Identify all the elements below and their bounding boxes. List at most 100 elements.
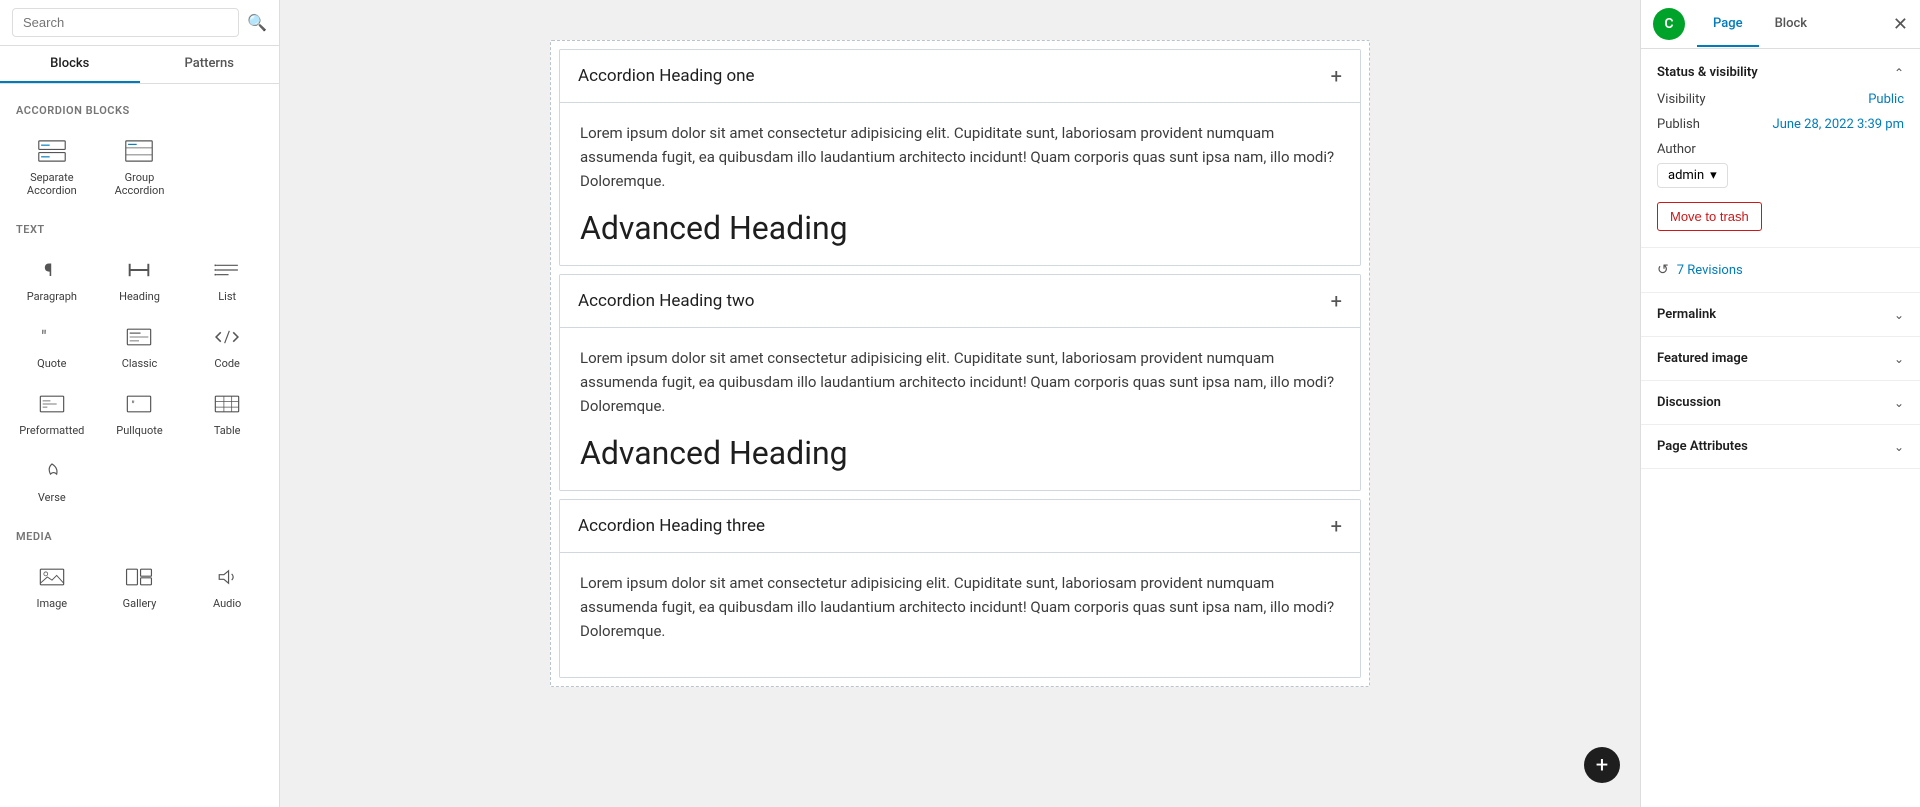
block-item-heading[interactable]: Heading — [96, 246, 184, 313]
block-label-separate-accordion: Separate Accordion — [12, 171, 92, 197]
paragraph-icon: ¶ — [34, 256, 70, 284]
revisions-count: 7 Revisions — [1677, 263, 1743, 278]
block-label-classic: Classic — [122, 357, 158, 370]
avatar: C — [1653, 8, 1685, 40]
accordion-header-1[interactable]: Accordion Heading one + — [560, 50, 1360, 103]
code-icon — [209, 323, 245, 351]
visibility-value[interactable]: Public — [1868, 92, 1904, 107]
block-label-pullquote: Pullquote — [116, 424, 162, 437]
status-visibility-title: Status & visibility — [1657, 65, 1758, 80]
accordion-body-text-2: Lorem ipsum dolor sit amet consectetur a… — [580, 346, 1340, 418]
block-label-quote: Quote — [37, 357, 66, 370]
preformatted-icon — [34, 390, 70, 418]
block-item-code[interactable]: Code — [183, 313, 271, 380]
revisions-icon: ↺ — [1657, 262, 1669, 278]
text-blocks-grid: ¶ Paragraph Heading — [0, 242, 279, 518]
search-input[interactable] — [12, 8, 239, 37]
permalink-label: Permalink — [1657, 307, 1716, 322]
discussion-label: Discussion — [1657, 395, 1721, 410]
tab-block[interactable]: Block — [1759, 2, 1823, 47]
page-attributes-panel[interactable]: Page Attributes ⌄ — [1641, 425, 1920, 469]
svg-text:¶: ¶ — [44, 261, 52, 281]
accordion-heading-3-text: Accordion Heading three — [578, 516, 765, 536]
audio-icon — [209, 563, 245, 591]
tab-patterns[interactable]: Patterns — [140, 46, 280, 83]
block-item-gallery[interactable]: Gallery — [96, 553, 184, 620]
author-value: admin — [1668, 168, 1704, 183]
featured-image-panel[interactable]: Featured image ⌄ — [1641, 337, 1920, 381]
block-item-preformatted[interactable]: Preformatted — [8, 380, 96, 447]
add-block-button[interactable]: + — [1584, 747, 1620, 783]
accordion-block-1: Accordion Heading one + Lorem ipsum dolo… — [559, 49, 1361, 266]
quote-icon: " — [34, 323, 70, 351]
search-bar: 🔍 — [0, 0, 279, 46]
accordion-outer-block: Accordion Heading one + Lorem ipsum dolo… — [550, 40, 1370, 687]
table-icon — [209, 390, 245, 418]
status-visibility-header[interactable]: Status & visibility ⌃ — [1657, 65, 1904, 80]
group-accordion-icon — [121, 137, 157, 165]
sidebar-content: ACCORDION BLOCKS Separate Accordion — [0, 84, 279, 807]
list-icon — [209, 256, 245, 284]
discussion-panel[interactable]: Discussion ⌄ — [1641, 381, 1920, 425]
media-section-label: MEDIA — [0, 518, 279, 549]
block-label-image: Image — [37, 597, 68, 610]
block-label-audio: Audio — [213, 597, 241, 610]
right-sidebar: C Page Block ✕ Status & visibility ⌃ Vis… — [1640, 0, 1920, 807]
right-sidebar-body: Status & visibility ⌃ Visibility Public … — [1641, 49, 1920, 469]
move-to-trash-button[interactable]: Move to trash — [1657, 202, 1762, 231]
block-item-separate-accordion[interactable]: Separate Accordion — [8, 127, 96, 207]
block-item-quote[interactable]: " Quote — [8, 313, 96, 380]
block-label-preformatted: Preformatted — [19, 424, 84, 437]
featured-image-label: Featured image — [1657, 351, 1748, 366]
accordion-body-2: Lorem ipsum dolor sit amet consectetur a… — [560, 328, 1360, 490]
left-sidebar: 🔍 Blocks Patterns ACCORDION BLOCKS Separ… — [0, 0, 280, 807]
block-item-list[interactable]: List — [183, 246, 271, 313]
accordion-toggle-icon-2[interactable]: + — [1331, 289, 1342, 313]
publish-date[interactable]: June 28, 2022 3:39 pm — [1773, 117, 1904, 132]
accordion-header-3[interactable]: Accordion Heading three + — [560, 500, 1360, 553]
image-icon — [34, 563, 70, 591]
accordion-block-3: Accordion Heading three + Lorem ipsum do… — [559, 499, 1361, 678]
main-editor: Accordion Heading one + Lorem ipsum dolo… — [280, 0, 1640, 807]
block-item-image[interactable]: Image — [8, 553, 96, 620]
permalink-chevron: ⌄ — [1894, 308, 1904, 322]
right-tabs: Page Block — [1697, 2, 1881, 47]
author-select[interactable]: admin ▾ — [1657, 163, 1728, 188]
visibility-label: Visibility — [1657, 92, 1706, 107]
accordion-subheading-1: Advanced Heading — [580, 209, 1340, 247]
publish-label: Publish — [1657, 117, 1700, 132]
block-label-group-accordion: Group Accordion — [100, 171, 180, 197]
block-label-code: Code — [214, 357, 239, 370]
discussion-chevron: ⌄ — [1894, 396, 1904, 410]
permalink-panel[interactable]: Permalink ⌄ — [1641, 293, 1920, 337]
accordion-header-2[interactable]: Accordion Heading two + — [560, 275, 1360, 328]
block-item-table[interactable]: Table — [183, 380, 271, 447]
revisions-row[interactable]: ↺ 7 Revisions — [1641, 248, 1920, 293]
accordion-body-text-3: Lorem ipsum dolor sit amet consectetur a… — [580, 571, 1340, 643]
heading-icon — [121, 256, 157, 284]
visibility-row: Visibility Public — [1657, 92, 1904, 107]
close-button[interactable]: ✕ — [1881, 2, 1920, 47]
block-item-verse[interactable]: Verse — [8, 447, 96, 514]
block-label-table: Table — [214, 424, 241, 437]
editor-area: Accordion Heading one + Lorem ipsum dolo… — [550, 40, 1370, 687]
tab-page[interactable]: Page — [1697, 2, 1759, 47]
block-item-audio[interactable]: Audio — [183, 553, 271, 620]
block-item-paragraph[interactable]: ¶ Paragraph — [8, 246, 96, 313]
author-label: Author — [1657, 142, 1904, 157]
sidebar-tabs: Blocks Patterns — [0, 46, 279, 84]
media-blocks-grid: Image Gallery — [0, 549, 279, 624]
accordion-toggle-icon-1[interactable]: + — [1331, 64, 1342, 88]
block-item-classic[interactable]: Classic — [96, 313, 184, 380]
tab-blocks[interactable]: Blocks — [0, 46, 140, 83]
accordion-heading-2-text: Accordion Heading two — [578, 291, 755, 311]
block-item-pullquote[interactable]: " Pullquote — [96, 380, 184, 447]
page-attributes-label: Page Attributes — [1657, 439, 1748, 454]
block-item-group-accordion[interactable]: Group Accordion — [96, 127, 184, 207]
page-attributes-chevron: ⌄ — [1894, 440, 1904, 454]
right-sidebar-header: C Page Block ✕ — [1641, 0, 1920, 49]
accordion-toggle-icon-3[interactable]: + — [1331, 514, 1342, 538]
search-icon: 🔍 — [247, 13, 267, 32]
svg-text:": " — [41, 328, 46, 348]
block-label-verse: Verse — [38, 491, 66, 504]
